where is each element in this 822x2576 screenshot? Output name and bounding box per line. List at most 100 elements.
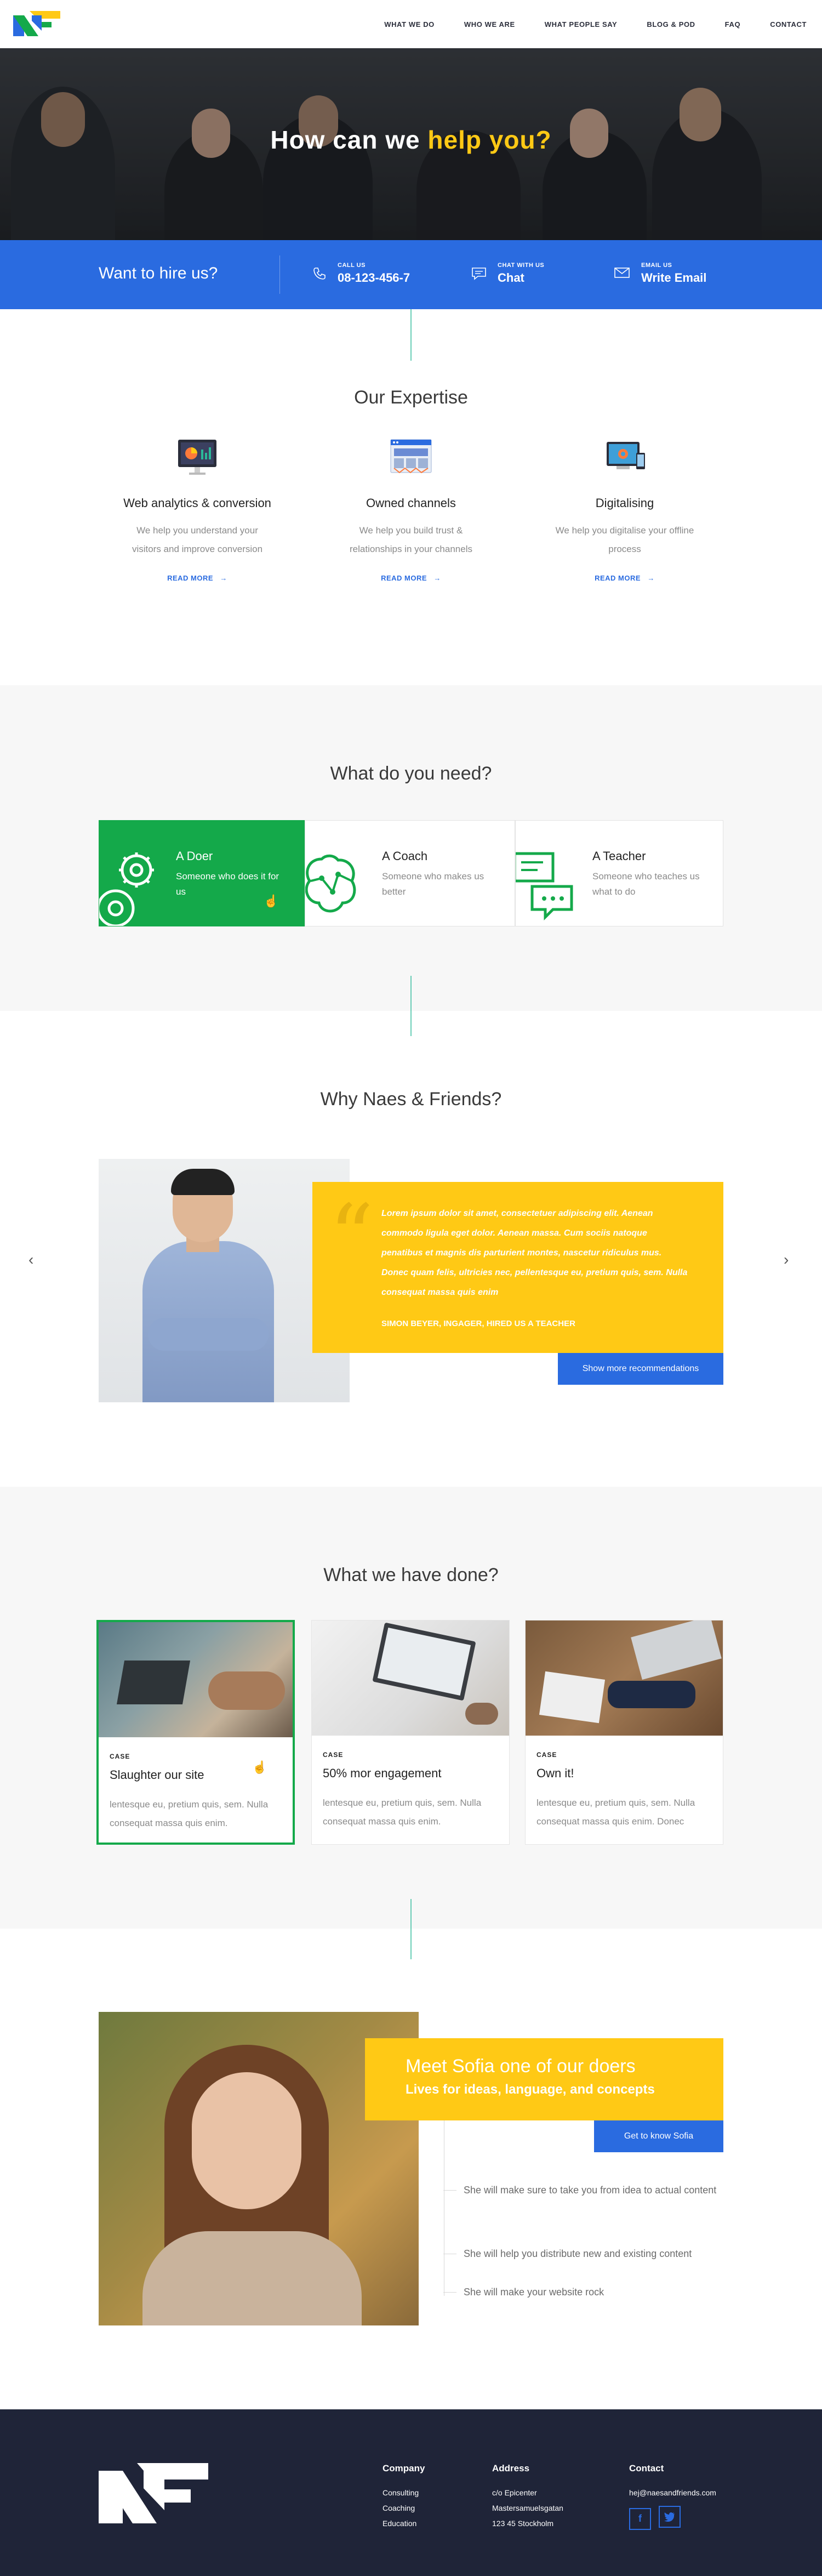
carousel-next-arrow-icon[interactable]: › [784,1251,789,1269]
meet-point-3-text: She will make your website rock [464,2287,604,2298]
nav-contact[interactable]: CONTACT [770,20,807,29]
expertise-channels-text-1: We help you build trust & [359,525,463,536]
need-coach-sub: Someone who makes us better [382,871,484,897]
call-us-label: CALL US [338,262,366,269]
site-header: WHAT WE DO WHO WE ARE WHAT PEOPLE SAY BL… [0,0,822,48]
case-3-handshake [608,1681,695,1708]
hand-cursor-icon: ☝ [252,1760,267,1774]
meet-sofia-box: Meet Sofia one of our doers Lives for id… [365,2038,723,2120]
case-card-1[interactable]: CASE Slaughter our site lentesque eu, pr… [96,1620,295,1845]
case-1-laptop [116,1661,191,1704]
chat-label: CHAT WITH US [498,262,545,269]
hero-title-highlight: help you? [427,126,552,154]
expertise-item-channels: Owned channels We help you build trust &… [321,436,501,583]
case-3-tag: CASE [536,1751,557,1759]
main-nav: WHAT WE DO WHO WE ARE WHAT PEOPLE SAY BL… [384,0,807,48]
twitter-icon[interactable] [659,2506,681,2528]
footer-contact-head: Contact [629,2463,664,2473]
need-teacher-sub: Someone who teaches us what to do [592,871,700,897]
case-2-text: lentesque eu, pretium quis, sem. Nulla c… [323,1798,482,1827]
testimonial-quote-box: “ Lorem ipsum dolor sit amet, consectetu… [312,1182,723,1353]
footer-logo-icon[interactable] [99,2463,208,2523]
get-to-know-sofia-button[interactable]: Get to know Sofia [594,2120,723,2152]
case-1-text: lentesque eu, pretium quis, sem. Nulla c… [110,1799,269,1828]
case-card-3[interactable]: CASE Own it! lentesque eu, pretium quis,… [525,1620,723,1845]
read-more-channels-link[interactable]: READ MORE → [381,574,441,582]
photo-face [192,2072,301,2209]
footer-address-line-3: 123 45 Stockholm [492,2519,554,2528]
page: WHAT WE DO WHO WE ARE WHAT PEOPLE SAY BL… [0,0,822,2576]
case-card-2[interactable]: CASE 50% mor engagement lentesque eu, pr… [311,1620,510,1845]
facebook-icon[interactable]: f [629,2507,651,2530]
expertise-digitalising-title: Digitalising [595,496,654,510]
meet-point-2: She will help you distribute new and exi… [443,2244,723,2263]
expertise-channels-text-2: relationships in your channels [350,544,472,554]
expertise-item-analytics: Web analytics & conversion We help you u… [107,436,288,583]
nav-what-people-say[interactable]: WHAT PEOPLE SAY [545,20,618,29]
meet-point-3: She will make your website rock [443,2283,723,2301]
chat-link[interactable]: CHAT WITH US Chat [471,262,544,285]
case-1-image [99,1622,293,1737]
meet-sofia-title: Meet Sofia one of our doers [406,2056,636,2077]
arrow-right-icon: → [215,574,227,582]
phone-icon [313,268,326,280]
hire-title: Want to hire us? [99,264,218,282]
footer-link-coaching[interactable]: Coaching [383,2500,425,2516]
footer-email-link[interactable]: hej@naesandfriends.com [629,2485,716,2500]
brain-circuit-icon [305,854,356,913]
chat-icon [472,268,486,280]
section-divider-line [410,309,412,361]
hero-title: How can we help you? [0,125,822,155]
need-teacher-title: A Teacher [592,849,646,863]
hero-banner: How can we help you? [0,48,822,240]
email-link[interactable]: EMAIL US Write Email [614,262,706,285]
why-title: Why Naes & Friends? [320,1089,502,1110]
case-1-tag: CASE [110,1753,130,1760]
read-more-analytics-label: READ MORE [167,574,214,582]
analytics-monitor-icon [178,440,216,475]
nav-who-we-are[interactable]: WHO WE ARE [464,20,515,29]
gears-icon [99,852,154,926]
expertise-digitalising-text: We help you digitalise your offline proce… [534,521,715,559]
footer-link-education[interactable]: Education [383,2516,425,2531]
footer-link-consulting[interactable]: Consulting [383,2485,425,2500]
expertise-analytics-text: We help you understand your visitors and … [107,521,288,559]
read-more-digitalising-link[interactable]: READ MORE → [595,574,655,582]
case-3-title: Own it! [536,1766,574,1780]
need-card-coach[interactable]: A Coach Someone who makes us better [305,820,515,926]
nav-what-we-do[interactable]: WHAT WE DO [384,20,435,29]
photo-coat [142,2231,362,2325]
read-more-channels-label: READ MORE [381,574,427,582]
show-recommendations-button[interactable]: Show more recommendations [558,1353,723,1385]
cases-title: What we have done? [323,1565,499,1585]
read-more-analytics-link[interactable]: READ MORE → [167,574,227,582]
testimonial-author: SIMON BEYER, INGAGER, HIRED US A TEACHER [381,1319,575,1328]
hand-cursor-icon: ☝ [264,894,279,908]
need-title: What do you need? [330,763,492,784]
nav-blog-pod[interactable]: BLOG & POD [647,20,695,29]
hire-bar: Want to hire us? CALL US 08-123-456-7 CH… [0,240,822,309]
nav-faq[interactable]: FAQ [725,20,741,29]
expertise-analytics-text-1: We help you understand your [136,525,258,536]
logo-icon[interactable] [13,11,60,36]
case-1-title: Slaughter our site [110,1768,204,1782]
devices-gear-icon [607,442,645,469]
case-3-image [526,1620,723,1736]
mail-icon [614,268,630,278]
footer-address-line-1: c/o Epicenter [492,2488,537,2497]
meet-point-1-text: She will make sure to take you from idea… [464,2185,717,2196]
need-card-teacher[interactable]: A Teacher Someone who teaches us what to… [515,820,723,926]
footer-address-line-2: Mastersamuelsgatan [492,2504,563,2512]
footer-address-head: Address [492,2463,530,2473]
case-1-hand [208,1671,285,1710]
expertise-digitalising-text-2: process [608,544,641,554]
carousel-prev-arrow-icon[interactable]: ‹ [28,1251,33,1269]
need-card-doer[interactable]: A Doer Someone who does it for us ☝ [99,820,305,926]
meet-point-2-text: She will help you distribute new and exi… [464,2248,692,2259]
hire-divider [279,255,280,294]
quote-mark-icon: “ [329,1185,374,1288]
footer-company: Company Consulting Coaching Education [383,2463,425,2531]
expertise-analytics-title: Web analytics & conversion [123,496,271,510]
need-coach-title: A Coach [382,849,428,863]
call-us-link[interactable]: CALL US 08-123-456-7 [312,262,410,285]
